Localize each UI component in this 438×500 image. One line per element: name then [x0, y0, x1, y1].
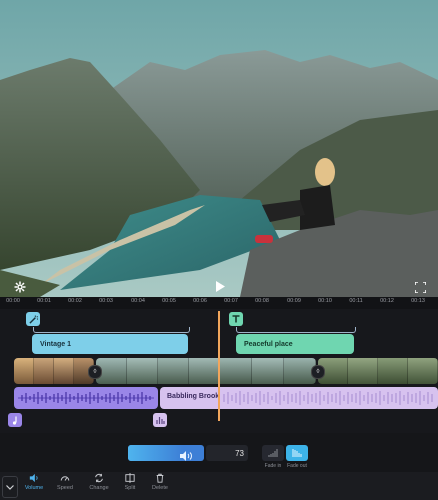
- fullscreen-icon[interactable]: [410, 277, 430, 297]
- tool-label: Split: [124, 485, 136, 491]
- text-span: [236, 327, 356, 333]
- video-frame: [158, 358, 189, 384]
- tool-speed[interactable]: Speed: [50, 473, 80, 491]
- ruler-tick: 00:03: [99, 298, 113, 304]
- text-clip-peaceful[interactable]: Peaceful place: [236, 334, 354, 354]
- settings-icon[interactable]: [10, 277, 30, 297]
- tool-label: Change: [89, 485, 109, 491]
- video-frame: [348, 358, 378, 384]
- play-icon[interactable]: [210, 276, 230, 296]
- volume-slider-fill: [128, 445, 184, 461]
- video-frame: [54, 358, 74, 384]
- ruler-tick: 00:13: [411, 298, 425, 304]
- video-frame: [252, 358, 284, 384]
- ruler-tick: 00:01: [37, 298, 51, 304]
- fade-in-button[interactable]: [262, 445, 284, 461]
- video-clip-3[interactable]: [318, 358, 438, 384]
- ruler-tick: 00:05: [162, 298, 176, 304]
- effect-span: [33, 327, 190, 333]
- tool-label: Volume: [24, 485, 44, 491]
- volume-value-field[interactable]: 73: [206, 445, 248, 461]
- audio-clip-label: Babbling Brook: [167, 393, 220, 400]
- trash-icon: [156, 473, 164, 483]
- tool-split[interactable]: Split: [115, 473, 145, 491]
- text-clip-label: Peaceful place: [244, 340, 293, 348]
- ruler-tick: 00:00: [6, 298, 20, 304]
- ruler-tick: 00:04: [131, 298, 145, 304]
- tool-delete[interactable]: Delete: [145, 473, 175, 491]
- video-frame: [378, 358, 408, 384]
- video-frame: [14, 358, 34, 384]
- volume-icon: [29, 473, 38, 483]
- ruler-tick: 00:12: [380, 298, 394, 304]
- video-frame: [127, 358, 158, 384]
- preview-image: [0, 0, 438, 297]
- music-note-icon[interactable]: [8, 413, 22, 427]
- ruler-tick: 00:10: [318, 298, 332, 304]
- ruler-tick: 00:09: [287, 298, 301, 304]
- volume-slider[interactable]: [128, 445, 204, 461]
- ruler-tick: 00:02: [68, 298, 82, 304]
- audio-controls: 73 Fade in Fade out: [0, 433, 438, 477]
- playhead[interactable]: [218, 311, 220, 421]
- video-frame: [189, 358, 220, 384]
- text-clip-vintage[interactable]: Vintage 1: [32, 334, 188, 354]
- tool-label: Speed: [57, 485, 73, 491]
- audio-waveform: [18, 392, 154, 404]
- audio-clip-1[interactable]: [14, 387, 158, 409]
- ruler-tick: 00:08: [255, 298, 269, 304]
- speaker-icon: [180, 448, 196, 461]
- ruler-tick: 00:11: [349, 298, 363, 304]
- collapse-button[interactable]: [2, 476, 18, 498]
- audio-clip-2[interactable]: Babbling Brook: [160, 387, 438, 409]
- effect-wand-icon[interactable]: [26, 312, 40, 326]
- fade-out-label: Fade out: [287, 463, 307, 469]
- replace-icon: [95, 473, 103, 483]
- fade-in-label: Fade in: [264, 463, 282, 469]
- transition-icon[interactable]: ◊: [88, 365, 102, 379]
- fade-out-button[interactable]: [286, 445, 308, 461]
- time-ruler[interactable]: 00:00 00:01 00:02 00:03 00:04 00:05 00:0…: [0, 297, 438, 309]
- tool-change[interactable]: Change: [84, 473, 114, 491]
- text-t-icon[interactable]: [229, 312, 243, 326]
- video-clip-2[interactable]: [96, 358, 316, 384]
- split-icon: [125, 473, 135, 483]
- video-frame: [220, 358, 252, 384]
- text-clip-label: Vintage 1: [40, 340, 71, 348]
- tool-volume[interactable]: Volume: [19, 473, 49, 491]
- sound-bars-icon[interactable]: [153, 413, 167, 427]
- video-frame: [34, 358, 54, 384]
- volume-value: 73: [235, 448, 244, 458]
- ruler-tick: 00:07: [224, 298, 238, 304]
- chevron-down-icon: [6, 484, 14, 490]
- transition-icon[interactable]: ◊: [311, 365, 325, 379]
- ruler-tick: 00:06: [193, 298, 207, 304]
- video-frame: [408, 358, 438, 384]
- tool-label: Delete: [152, 485, 168, 491]
- video-clip-1[interactable]: [14, 358, 94, 384]
- video-preview[interactable]: [0, 0, 438, 297]
- speedometer-icon: [60, 476, 70, 481]
